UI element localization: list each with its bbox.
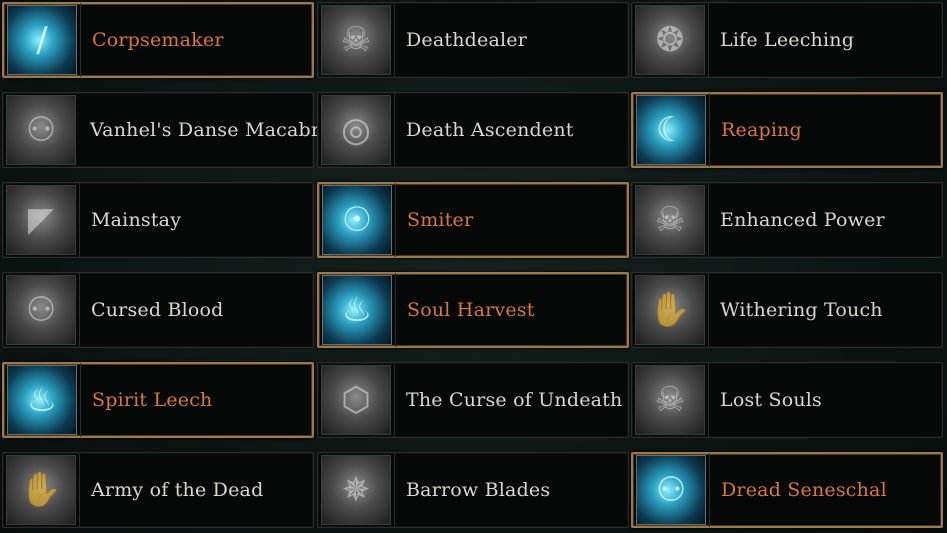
divider [394, 453, 395, 527]
rune-circle-icon-glyph: ✵ [341, 470, 371, 510]
skill-card[interactable]: ☠ Enhanced Power [631, 182, 943, 258]
divider [79, 183, 80, 257]
divider [708, 3, 709, 77]
divider [394, 93, 395, 167]
screaming-skull-icon-glyph: ☠ [654, 380, 686, 420]
skull-icon-glyph: ☠ [340, 20, 372, 60]
skill-label: Dread Seneschal [721, 479, 887, 501]
skill-label: Spirit Leech [92, 389, 213, 411]
skill-card[interactable]: ☾ Reaping [631, 92, 943, 168]
divider [708, 273, 709, 347]
skeleton-lord-icon-glyph: ⚇ [655, 470, 687, 510]
divider [395, 273, 396, 347]
divider [395, 183, 396, 257]
skill-label: Lost Souls [720, 389, 823, 411]
divider [394, 3, 395, 77]
orb-crowd-icon: ☉ [322, 185, 392, 255]
ribcage-shield-icon: ⬡ [321, 365, 391, 435]
divider [79, 453, 80, 527]
screaming-skull-icon: ☠ [635, 365, 705, 435]
skill-label: Vanhel's Danse Macabre [90, 119, 332, 141]
spirit-flame-icon: ♨ [7, 365, 77, 435]
skill-label: Enhanced Power [720, 209, 885, 231]
shield-wing-icon-glyph: ◤ [27, 200, 55, 240]
slash-icon-glyph: ∕ [36, 20, 48, 60]
divider [80, 3, 81, 77]
skill-label: Barrow Blades [406, 479, 551, 501]
skull-badge-icon: ☠ [635, 185, 705, 255]
vortex-hands-icon-glyph: ❂ [655, 20, 685, 60]
skill-label: Death Ascendent [406, 119, 574, 141]
skill-label: Mainstay [91, 209, 182, 231]
hand-icon-glyph: ✋ [648, 290, 692, 330]
swirl-eye-icon-glyph: ◎ [341, 110, 371, 150]
skull-badge-icon-glyph: ☠ [654, 200, 686, 240]
skill-card[interactable]: ⬡ The Curse of Undeath [317, 362, 629, 438]
divider [708, 363, 709, 437]
skill-label: Deathdealer [406, 29, 528, 51]
orb-crowd-icon-glyph: ☉ [341, 200, 373, 240]
skill-label: Corpsemaker [92, 29, 224, 51]
swirl-eye-icon: ◎ [321, 95, 391, 165]
slash-icon: ∕ [7, 5, 77, 75]
skill-label: Withering Touch [720, 299, 883, 321]
shield-wing-icon: ◤ [6, 185, 76, 255]
skill-card[interactable]: ♨ Spirit Leech [2, 362, 314, 438]
rising-hands-icon: ✋ [6, 455, 76, 525]
skill-card[interactable]: ✋ Withering Touch [631, 272, 943, 348]
hand-icon: ✋ [635, 275, 705, 345]
skill-card[interactable]: ☠ Deathdealer [317, 2, 629, 78]
skill-label: The Curse of Undeath [406, 389, 623, 411]
spirit-flame-icon-glyph: ♨ [26, 380, 58, 420]
divider [79, 273, 80, 347]
skill-label: Reaping [721, 119, 802, 141]
skill-label: Cursed Blood [91, 299, 224, 321]
skill-label: Soul Harvest [407, 299, 535, 321]
divider [708, 183, 709, 257]
skill-card[interactable]: ◤ Mainstay [2, 182, 314, 258]
skill-card[interactable]: ✵ Barrow Blades [317, 452, 629, 528]
souls-icon: ♨ [322, 275, 392, 345]
skill-card[interactable]: ◎ Death Ascendent [317, 92, 629, 168]
skill-card[interactable]: ⚇ Vanhel's Danse Macabre [2, 92, 331, 168]
divider [709, 453, 710, 527]
rune-circle-icon: ✵ [321, 455, 391, 525]
divider [709, 93, 710, 167]
scythe-slash-icon: ☾ [636, 95, 706, 165]
skull-icon: ☠ [321, 5, 391, 75]
vortex-hands-icon: ❂ [635, 5, 705, 75]
skeleton-lord-icon: ⚇ [636, 455, 706, 525]
skill-card[interactable]: ∕ Corpsemaker [2, 2, 314, 78]
skeleton-dance-icon-glyph: ⚇ [25, 110, 57, 150]
skill-card[interactable]: ✋ Army of the Dead [2, 452, 314, 528]
skill-card[interactable]: ❂ Life Leeching [631, 2, 943, 78]
scythe-slash-icon-glyph: ☾ [655, 110, 687, 150]
skeleton-icon: ⚇ [6, 275, 76, 345]
skill-label: Army of the Dead [91, 479, 264, 501]
ribcage-shield-icon-glyph: ⬡ [341, 380, 371, 420]
skill-card[interactable]: ⚇ Dread Seneschal [631, 452, 943, 528]
divider [80, 363, 81, 437]
skill-card[interactable]: ♨ Soul Harvest [317, 272, 629, 348]
skill-label: Smiter [407, 209, 474, 231]
skill-card[interactable]: ☠ Lost Souls [631, 362, 943, 438]
skeleton-icon-glyph: ⚇ [25, 290, 57, 330]
skeleton-dance-icon: ⚇ [6, 95, 76, 165]
skill-label: Life Leeching [720, 29, 855, 51]
skill-card[interactable]: ⚇ Cursed Blood [2, 272, 314, 348]
skill-card[interactable]: ☉ Smiter [317, 182, 629, 258]
souls-icon-glyph: ♨ [341, 290, 373, 330]
rising-hands-icon-glyph: ✋ [19, 470, 63, 510]
divider [394, 363, 395, 437]
skill-grid: ∕ Corpsemaker ☠ Deathdealer ❂ Life Leeching ⚇ V… [0, 0, 947, 533]
